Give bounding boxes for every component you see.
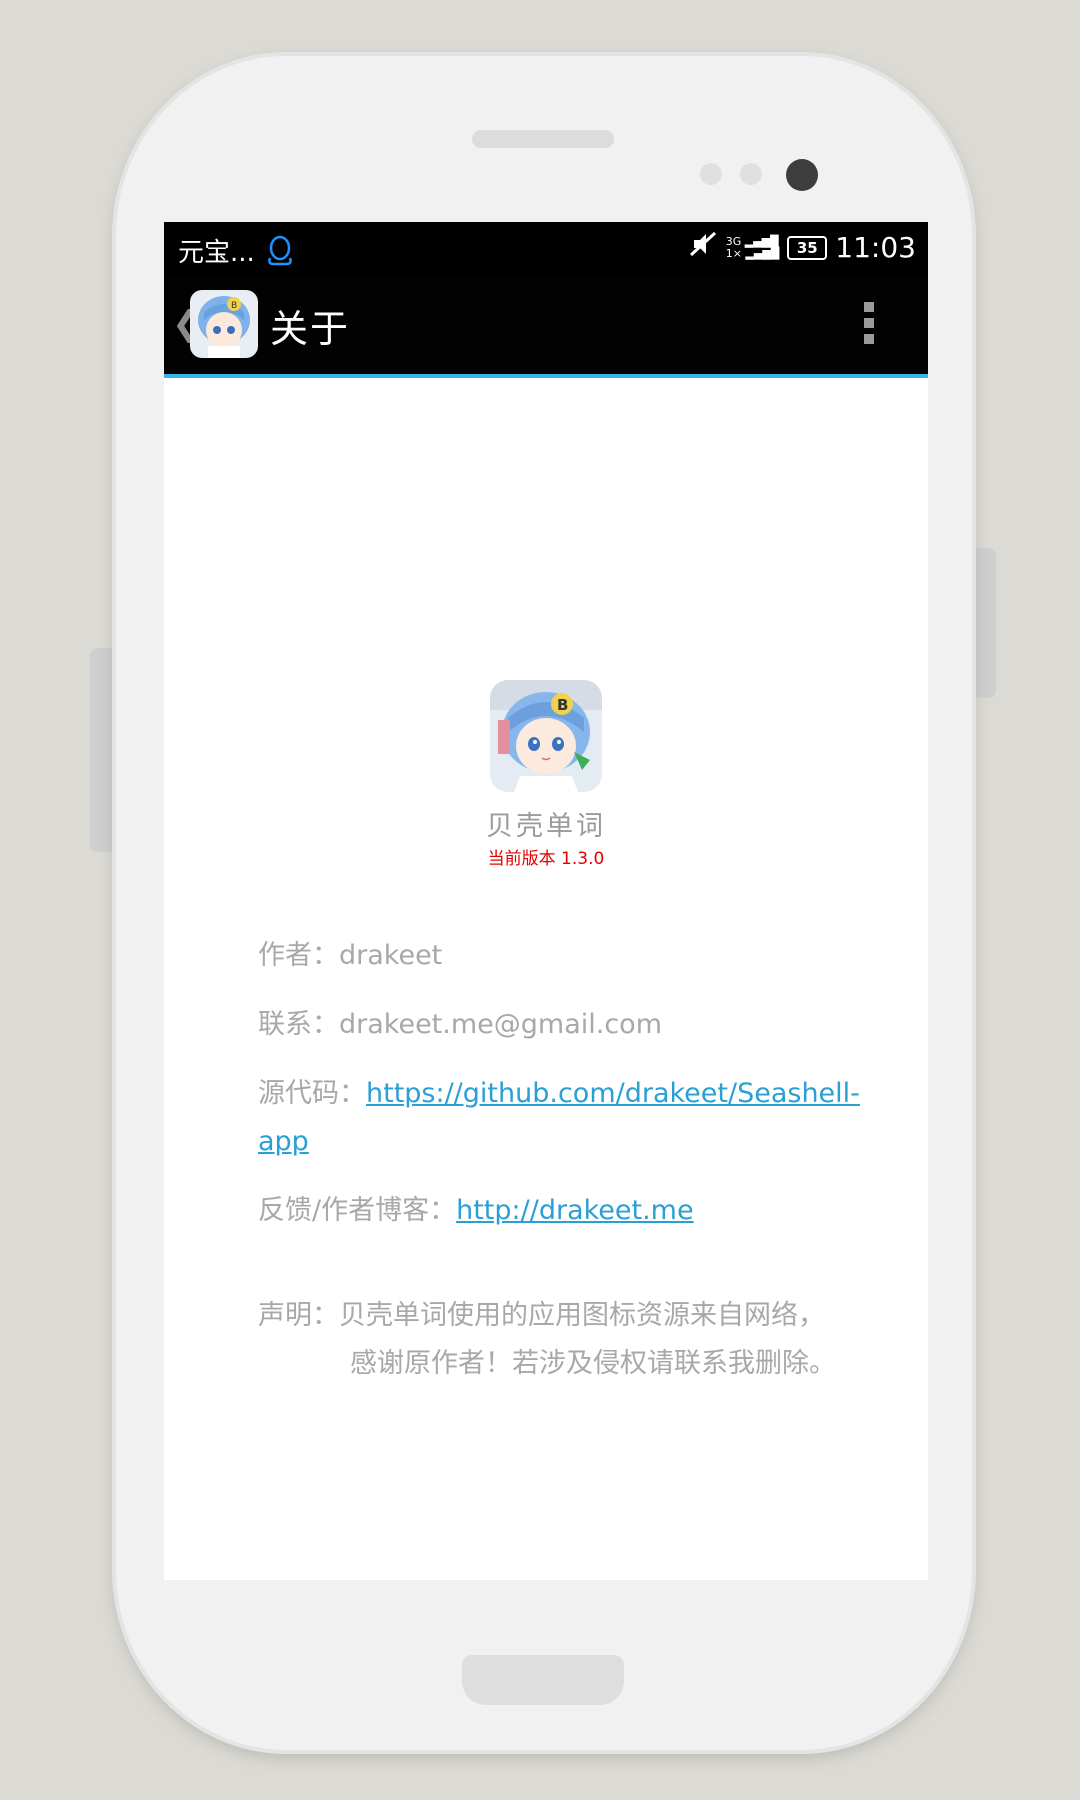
feedback-row: 反馈/作者博客：http://drakeet.me — [258, 1187, 694, 1235]
notice-row: 声明：贝壳单词使用的应用图标资源来自网络， 感谢原作者！若涉及侵权请联系我删除。 — [258, 1292, 898, 1388]
status-right: 3G ▂▄▆█ 1× ▂▄▆█ 35 11:03 — [688, 230, 916, 265]
source-code-row: 源代码：https://github.com/drakeet/Seashell-… — [258, 1070, 898, 1166]
app-logo: B — [490, 680, 602, 792]
contact-row: 联系：drakeet.me@gmail.com — [258, 1001, 662, 1049]
notice-line-2: 感谢原作者！若涉及侵权请联系我删除。 — [350, 1348, 836, 1379]
status-bar: 元宝... 3G ▂▄▆█ 1× ▂▄▆█ 35 11:03 — [164, 222, 928, 276]
network-type-1x: 1× — [725, 246, 742, 260]
feedback-label: 反馈/作者博客： — [258, 1195, 457, 1226]
notice-label: 声明： — [258, 1300, 339, 1331]
status-left: 元宝... — [178, 232, 295, 269]
app-icon[interactable]: B — [190, 290, 258, 358]
notice-line-1: 贝壳单词使用的应用图标资源来自网络， — [339, 1300, 825, 1331]
carrier-notification: 元宝... — [178, 238, 255, 268]
app-version: 当前版本 1.3.0 — [487, 849, 605, 869]
signal-icon: 3G ▂▄▆█ 1× ▂▄▆█ — [725, 234, 780, 260]
page-title: 关于 — [270, 307, 351, 351]
qq-icon — [265, 234, 295, 268]
app-name: 贝壳单词 — [486, 811, 606, 842]
source-label: 源代码： — [258, 1078, 366, 1109]
proximity-sensor — [700, 163, 722, 185]
author-value: drakeet — [339, 940, 443, 971]
home-button[interactable] — [462, 1655, 624, 1705]
author-label: 作者： — [258, 940, 339, 971]
light-sensor — [740, 163, 762, 185]
overflow-menu-icon[interactable] — [864, 302, 876, 346]
author-row: 作者：drakeet — [258, 932, 442, 980]
action-bar: ❮ B 关于 — [164, 276, 928, 378]
clock: 11:03 — [835, 231, 916, 264]
front-camera — [786, 159, 818, 191]
contact-value: drakeet.me@gmail.com — [339, 1009, 662, 1040]
earpiece-speaker — [472, 130, 614, 148]
volume-button — [90, 648, 118, 852]
mute-icon — [688, 230, 718, 265]
battery-level: 35 — [796, 238, 818, 257]
power-button — [972, 548, 996, 698]
svg-text:B: B — [231, 301, 237, 311]
battery-icon: 35 — [787, 235, 828, 260]
blog-link[interactable]: http://drakeet.me — [456, 1195, 693, 1226]
contact-label: 联系： — [258, 1009, 339, 1040]
screen: 元宝... 3G ▂▄▆█ 1× ▂▄▆█ 35 11:03 ❮ B 关于 B … — [164, 222, 928, 1580]
svg-text:B: B — [557, 696, 568, 714]
